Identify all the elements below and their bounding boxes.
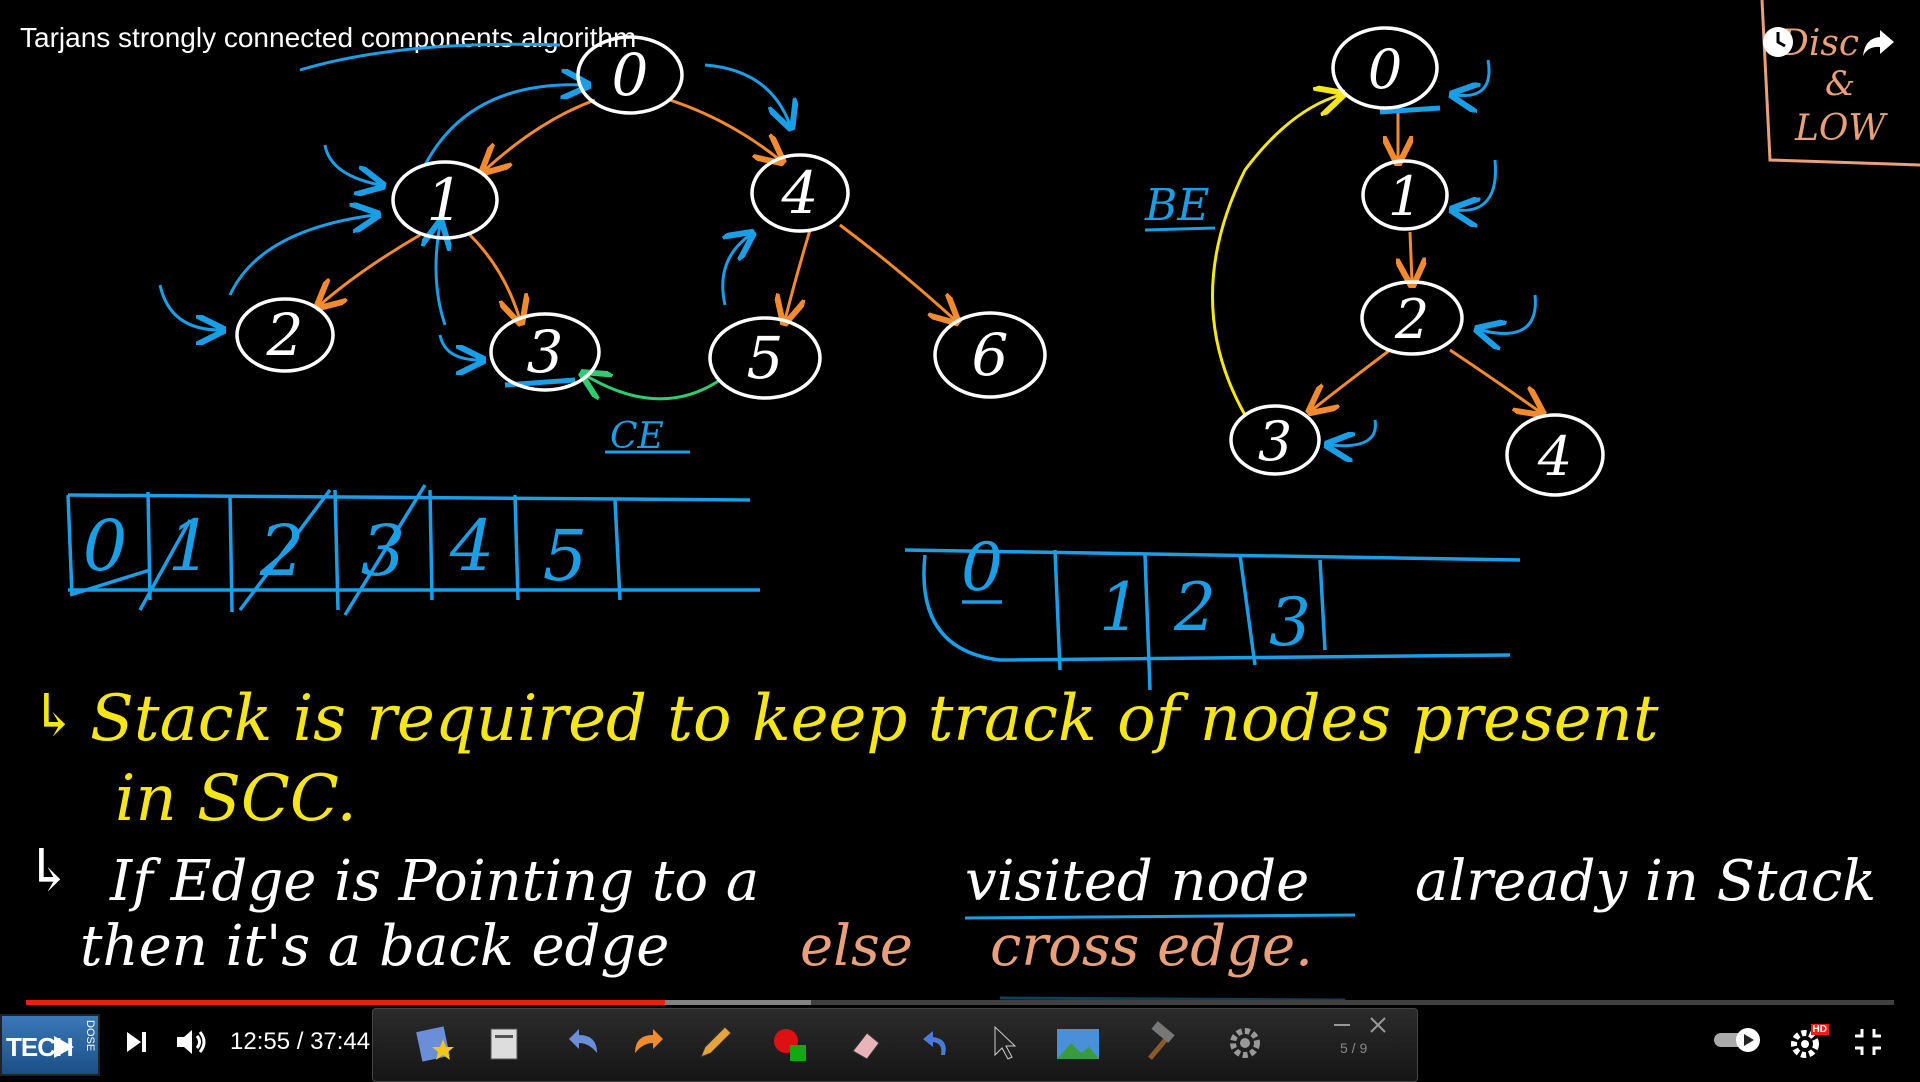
page-tool-icon[interactable] (483, 1021, 527, 1065)
autoplay-toggle-icon (1714, 1028, 1760, 1052)
hd-badge: HD (1810, 1024, 1829, 1035)
drawing-toolbar (372, 1008, 1418, 1082)
right-node-4-label: 4 (1537, 425, 1572, 488)
player-controls: TECH DOSE 12:55 / 37:44 5 / 9 HD (0, 990, 1920, 1082)
logo-side-text: DOSE (84, 1020, 96, 1052)
note2-line-a-visited: visited node (965, 849, 1309, 914)
exit-fullscreen-icon (1855, 1029, 1881, 1055)
pen-tool-icon[interactable] (693, 1021, 737, 1065)
pointer-tool-icon[interactable] (983, 1021, 1027, 1065)
left-stack-cell-3: 3 (361, 510, 406, 592)
watch-later-button[interactable] (1758, 22, 1798, 62)
play-icon (54, 1036, 74, 1058)
star-tool-icon[interactable] (413, 1021, 457, 1065)
whiteboard-canvas: CE 0 1 4 2 3 5 6 BE 0 1 2 3 4 Disc & LOW… (25, 0, 1920, 1000)
channel-logo[interactable]: TECH DOSE (0, 1014, 100, 1076)
right-node-0-label: 0 (1368, 38, 1402, 101)
right-stack-cell-3: 3 (1269, 584, 1311, 661)
volume-button[interactable] (172, 1024, 212, 1060)
undo-icon[interactable] (563, 1021, 607, 1065)
right-tree-edges (1312, 108, 1540, 412)
left-stack-cell-4: 4 (449, 505, 495, 587)
left-node-2-label: 2 (266, 301, 304, 369)
left-node-4-label: 4 (781, 159, 819, 227)
progress-played (26, 1000, 665, 1005)
settings-button[interactable]: HD (1785, 1022, 1829, 1062)
left-stack-cell-0: 0 (83, 505, 128, 587)
left-node-3-label: 3 (527, 318, 564, 386)
note1-arrow: ↳ (30, 681, 79, 749)
note2-line-a-post: already in Stack (1415, 849, 1876, 914)
note2-arrow: ↳ (25, 836, 74, 904)
toolbar-close-icon[interactable] (1363, 1013, 1393, 1037)
left-node-6-label: 6 (972, 321, 1009, 389)
right-stack-cell-1: 1 (1099, 569, 1141, 646)
left-node-1-label: 1 (427, 166, 464, 234)
right-node-3-label: 3 (1258, 410, 1292, 473)
left-tree-edges (320, 98, 955, 320)
share-button[interactable] (1858, 22, 1898, 62)
progress-bar[interactable] (26, 1000, 1894, 1005)
left-stack-cell-2: 2 (259, 510, 305, 592)
back-edge-label: BE (1144, 180, 1209, 231)
corner-note-line2: & (1825, 64, 1855, 104)
autoplay-toggle[interactable] (1712, 1024, 1768, 1056)
gear-icon[interactable] (1223, 1021, 1267, 1065)
note2-line-b-pre: then it's a back edge (80, 914, 669, 979)
left-node-0-label: 0 (612, 41, 649, 109)
note1-line-a: Stack is required to keep track of nodes… (90, 682, 1659, 756)
note2-line-b-else: else (800, 914, 913, 979)
left-blue-annotations (158, 42, 790, 388)
hammer-tool-icon[interactable] (1138, 1021, 1182, 1065)
next-icon (127, 1032, 146, 1052)
redo-icon[interactable] (625, 1021, 669, 1065)
back-edge-arrow (1211, 95, 1341, 416)
right-stack-cell-0: 0 (961, 529, 1003, 606)
note2-line-b-cross: cross edge. (990, 914, 1313, 979)
next-button[interactable] (118, 1024, 154, 1060)
image-tool-icon[interactable] (1053, 1021, 1103, 1065)
right-node-1-label: 1 (1388, 165, 1422, 228)
left-node-5-label: 5 (747, 324, 784, 392)
time-display: 12:55 / 37:44 (230, 1028, 371, 1055)
notes: ↳ Stack is required to keep track of nod… (25, 681, 1876, 979)
cross-edge-arrow (585, 375, 721, 401)
corner-note-line3: LOW (1794, 108, 1888, 149)
right-node-2-label: 2 (1394, 288, 1429, 351)
eraser-tool-icon[interactable] (843, 1021, 887, 1065)
volume-icon (177, 1030, 206, 1054)
note1-line-b: in SCC. (115, 762, 357, 836)
right-stack-cell-2: 2 (1173, 569, 1216, 646)
left-stack-cell-1: 1 (168, 505, 213, 587)
color-picker-icon[interactable] (768, 1021, 812, 1065)
share-icon (1863, 30, 1894, 56)
page-indicator: 5 / 9 (1340, 1040, 1368, 1056)
left-stack-cell-5: 5 (543, 515, 588, 597)
toolbar-minimize-icon[interactable] (1328, 1013, 1358, 1037)
exit-fullscreen-button[interactable] (1848, 1024, 1888, 1060)
undo-arrow-icon[interactable] (913, 1021, 957, 1065)
clock-icon (1763, 27, 1793, 57)
note2-line-a-pre: If Edge is Pointing to a (109, 849, 759, 914)
